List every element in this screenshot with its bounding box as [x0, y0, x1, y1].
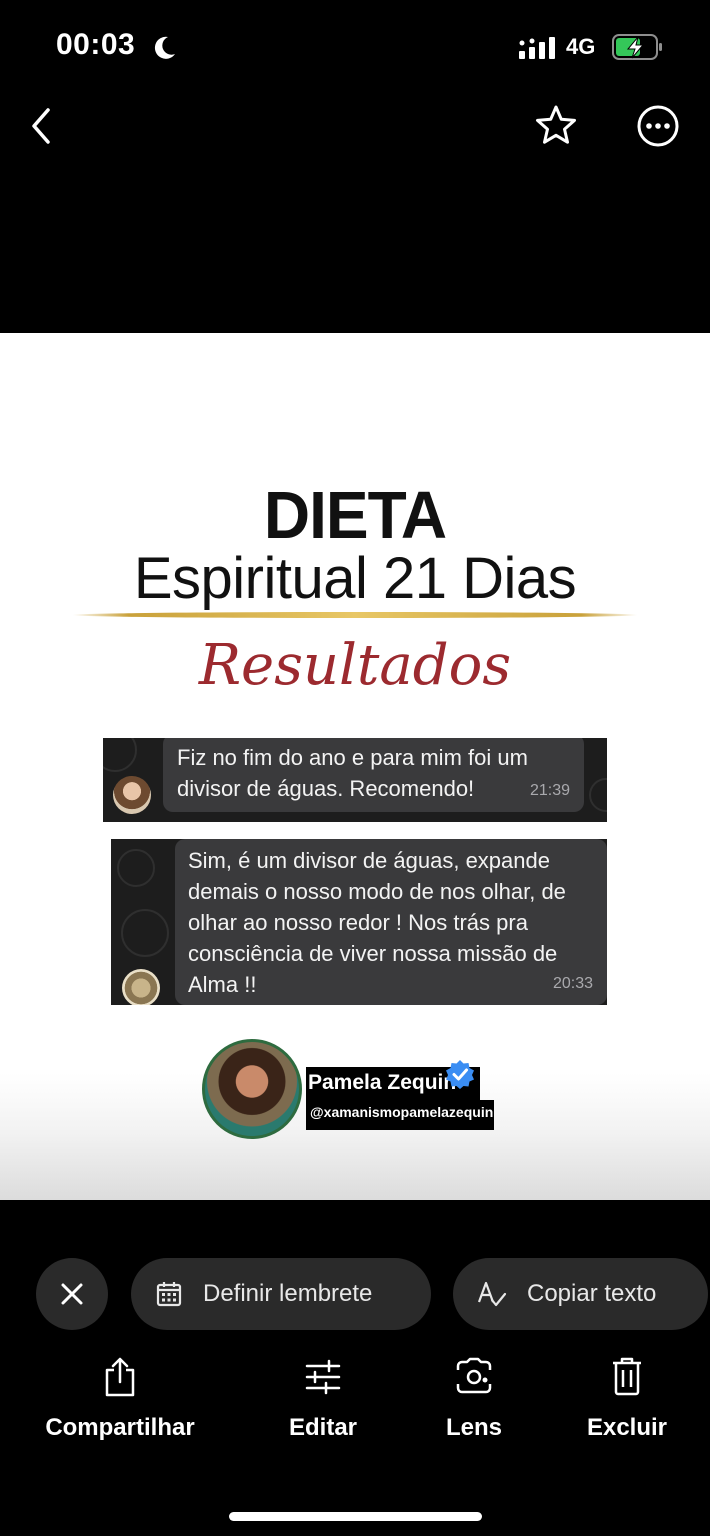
chat-screenshot: Sim, é um divisor de águas, expande dema… [111, 839, 607, 1005]
copy-text-label: Copiar texto [527, 1280, 657, 1307]
copy-text-chip[interactable]: Copiar texto [453, 1258, 708, 1330]
chat-message: Sim, é um divisor de águas, expande dema… [188, 848, 566, 997]
status-time: 00:03 [56, 28, 136, 61]
lens-button[interactable]: Lens [394, 1356, 554, 1442]
text-recognition-icon [477, 1281, 507, 1307]
lens-label: Lens [445, 1414, 502, 1441]
home-indicator[interactable] [229, 1512, 482, 1521]
chat-avatar [113, 776, 151, 814]
post-heading: Resultados [198, 633, 512, 698]
gold-divider [72, 612, 638, 618]
share-button[interactable]: Compartilhar [40, 1356, 200, 1442]
chat-bubble: Sim, é um divisor de águas, expande dema… [175, 839, 607, 1005]
network-type: 4G [566, 34, 596, 59]
chat-doodle [117, 849, 155, 887]
verified-badge-icon [446, 1060, 474, 1089]
more-options-icon[interactable] [636, 104, 680, 148]
chat-time: 21:39 [529, 782, 570, 799]
share-icon [105, 1357, 135, 1397]
edit-button[interactable]: Editar [243, 1356, 403, 1442]
delete-label: Excluir [586, 1414, 668, 1441]
adjust-sliders-icon [305, 1359, 341, 1395]
back-icon[interactable] [28, 106, 56, 146]
post-title: DIETA [263, 477, 447, 553]
profile-handle: @xamanismopamelazequin [310, 1104, 494, 1120]
chat-avatar [122, 969, 160, 1005]
profile-name: Pamela Zequin [308, 1071, 457, 1094]
photo-viewer-image[interactable]: DIETA Espiritual 21 Dias Resultados Fiz … [0, 333, 710, 1200]
lens-camera-icon [456, 1357, 492, 1394]
chat-doodle [103, 738, 137, 772]
chat-bubble: Fiz no fim do ano e para mim foi um divi… [163, 738, 584, 812]
star-icon[interactable] [535, 104, 577, 146]
delete-button[interactable]: Excluir [547, 1356, 707, 1442]
chat-time: 20:33 [552, 975, 593, 992]
profile-avatar [202, 1039, 302, 1139]
edit-label: Editar [288, 1414, 357, 1441]
share-label: Compartilhar [45, 1414, 195, 1441]
signal-icon [519, 37, 555, 59]
close-icon [61, 1283, 83, 1305]
set-reminder-label: Definir lembrete [203, 1280, 373, 1307]
moon-icon [154, 36, 175, 59]
set-reminder-chip[interactable]: Definir lembrete [131, 1258, 431, 1330]
trash-icon [613, 1357, 641, 1396]
chat-doodle [121, 909, 169, 957]
calendar-icon [156, 1282, 182, 1307]
battery-charging-icon [612, 34, 662, 60]
chat-doodle [589, 778, 607, 812]
close-chips-button[interactable] [36, 1258, 108, 1330]
chat-message: Fiz no fim do ano e para mim foi um divi… [177, 745, 528, 801]
post-subtitle: Espiritual 21 Dias [133, 546, 577, 611]
chat-screenshot: Fiz no fim do ano e para mim foi um divi… [103, 738, 607, 822]
